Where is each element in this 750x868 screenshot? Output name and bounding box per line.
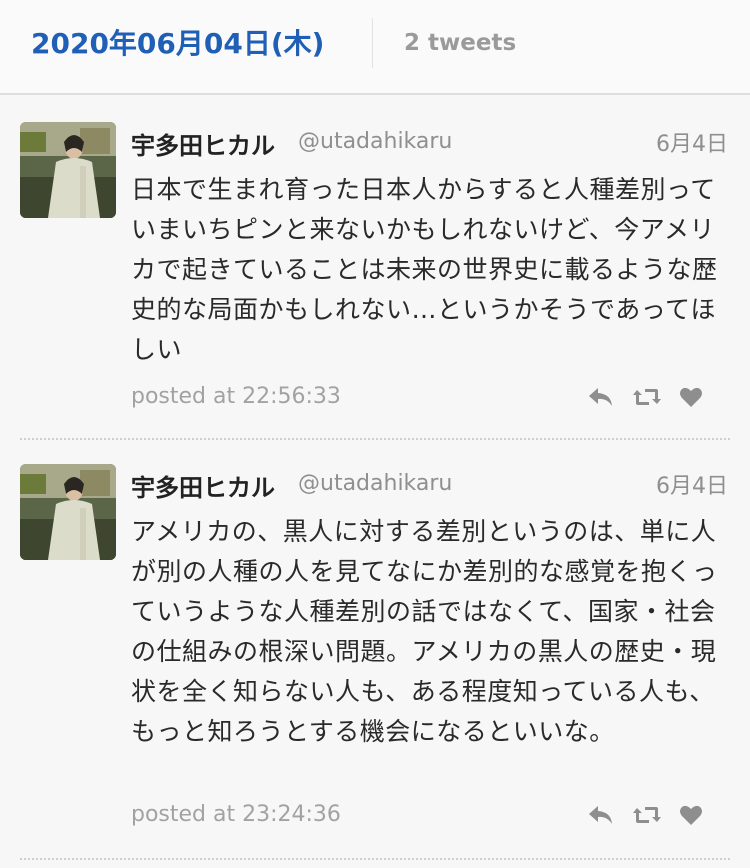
page-header: 2020年06月04日(木) 2 tweets: [0, 0, 750, 95]
reply-icon[interactable]: [588, 804, 614, 826]
date-title[interactable]: 2020年06月04日(木): [31, 22, 324, 62]
heart-icon[interactable]: [679, 386, 703, 408]
tweet-separator: [20, 858, 730, 860]
author-handle[interactable]: @utadahikaru: [298, 471, 452, 496]
avatar[interactable]: [20, 122, 116, 218]
tweet-text: アメリカの、黒人に対する差別というのは、単に人が別の人種の人を見てなにか差別的な…: [131, 517, 718, 746]
posted-time[interactable]: posted at 23:24:36: [131, 802, 341, 827]
retweet-icon[interactable]: [631, 386, 663, 408]
tweet-actions: [588, 802, 703, 828]
posted-time[interactable]: posted at 22:56:33: [131, 384, 341, 409]
tweet-count: 2 tweets: [404, 30, 517, 56]
author-name[interactable]: 宇多田ヒカル: [131, 468, 275, 503]
tweet-date[interactable]: 6月4日: [656, 126, 728, 158]
reply-icon[interactable]: [588, 386, 614, 408]
tweet-separator: [20, 438, 730, 440]
tweet-date[interactable]: 6月4日: [656, 468, 728, 500]
tweet-text: 日本で生まれ育った日本人からすると人種差別っていまいちピンと来ないかもしれないけ…: [131, 175, 718, 364]
avatar[interactable]: [20, 464, 116, 560]
author-handle[interactable]: @utadahikaru: [298, 129, 452, 154]
author-name[interactable]: 宇多田ヒカル: [131, 126, 275, 161]
retweet-icon[interactable]: [631, 804, 663, 826]
header-divider: [372, 18, 373, 68]
heart-icon[interactable]: [679, 804, 703, 826]
tweet-actions: [588, 384, 703, 410]
